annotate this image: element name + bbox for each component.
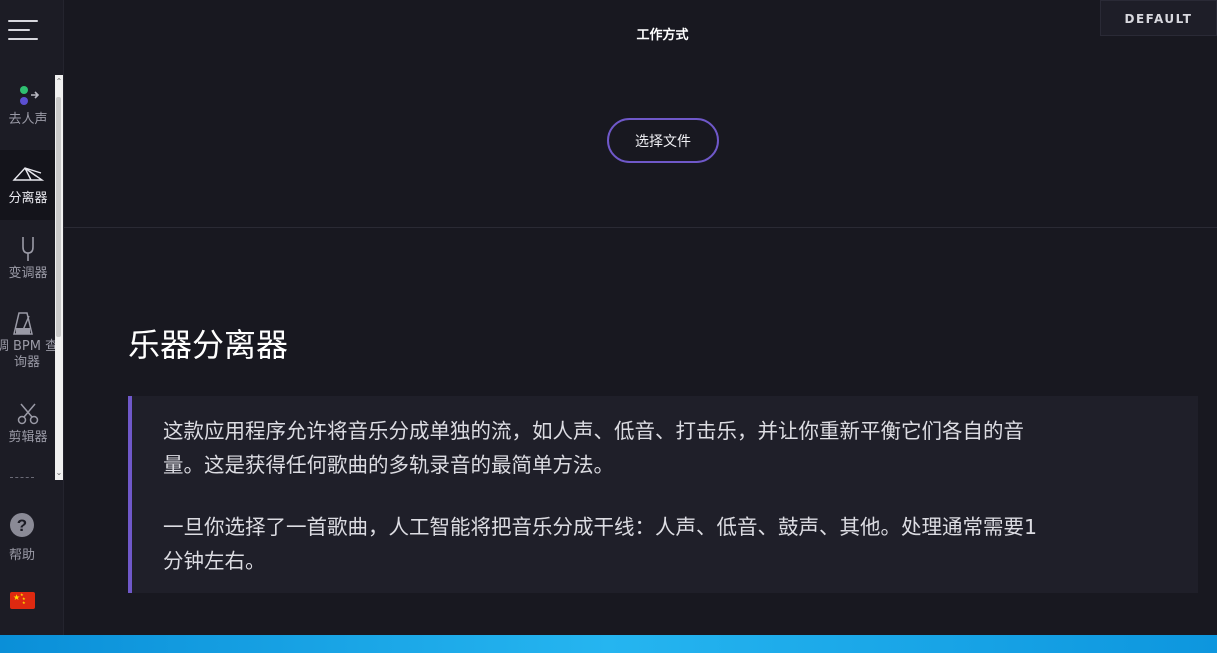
sidebar-item-pitch-changer[interactable]: 变调器 [0, 225, 56, 295]
article-heading: 乐器分离器 [128, 326, 289, 364]
sidebar-nav: 去人声 分离器 变调器 调 BPM 查询器 剪辑器 [0, 75, 63, 480]
sidebar-item-splitter[interactable]: 分离器 [0, 150, 56, 220]
choose-file-button[interactable]: 选择文件 [607, 118, 719, 163]
help-label: 帮助 [8, 548, 35, 563]
paragraph-1-line-2: 量。这是获得任何歌曲的多轨录音的最简单方法。 [163, 453, 614, 477]
tuning-fork-icon [22, 237, 34, 261]
sidebar-item-cutter[interactable]: 剪辑器 [0, 391, 56, 461]
metronome-icon [13, 312, 33, 335]
sidebar-item-vocal-remover[interactable]: 去人声 [0, 83, 56, 153]
help-button[interactable]: ? 帮助 [0, 512, 44, 563]
description-paragraph-1: 这款应用程序允许将音乐分成单独的流，如人声、低音、打击乐，并让你重新平衡它们各自… [163, 414, 1163, 482]
paragraph-2-line-1: 一旦你选择了一首歌曲，人工智能将把音乐分成干线：人声、低音、鼓声、其他。处理通常… [163, 515, 1038, 539]
splitter-icon [12, 167, 45, 181]
sidebar-item-label: 变调器 [8, 266, 48, 281]
china-flag-icon[interactable]: ★ ★ ★ ★ [10, 592, 35, 609]
sidebar-item-label: 调 BPM 查询器 [0, 339, 59, 370]
hamburger-menu-icon[interactable] [8, 20, 40, 44]
scroll-thumb[interactable] [56, 97, 61, 337]
vocal-remover-icon [20, 86, 40, 105]
preset-button[interactable]: DEFAULT [1100, 0, 1217, 36]
description-paragraph-2: 一旦你选择了一首歌曲，人工智能将把音乐分成干线：人声、低音、鼓声、其他。处理通常… [163, 510, 1163, 578]
svg-text:?: ? [17, 516, 27, 535]
scissors-icon [17, 403, 39, 425]
sidebar: 去人声 分离器 变调器 调 BPM 查询器 剪辑器 ⌃ ⌄ ? 帮助 ★ ★ ★… [0, 0, 64, 635]
description-block: 这款应用程序允许将音乐分成单独的流，如人声、低音、打击乐，并让你重新平衡它们各自… [128, 396, 1198, 593]
sidebar-scrollbar[interactable]: ⌃ ⌄ [55, 75, 63, 480]
os-taskbar [0, 635, 1217, 653]
sidebar-item-label: 去人声 [8, 112, 48, 127]
question-circle-icon: ? [10, 513, 34, 537]
sidebar-item-bpm-finder[interactable]: 调 BPM 查询器 [0, 300, 63, 380]
next-item-partial-icon [10, 477, 34, 480]
divider [64, 227, 1217, 228]
paragraph-2-line-2: 分钟左右。 [163, 549, 266, 573]
page-title[interactable]: 工作方式 [560, 24, 765, 43]
sidebar-item-label: 剪辑器 [8, 430, 48, 445]
sidebar-item-label: 分离器 [8, 191, 48, 206]
scroll-down-arrow-icon[interactable]: ⌄ [55, 468, 63, 478]
scroll-up-arrow-icon[interactable]: ⌃ [55, 77, 63, 87]
paragraph-1-line-1: 这款应用程序允许将音乐分成单独的流，如人声、低音、打击乐，并让你重新平衡它们各自… [163, 419, 1024, 443]
